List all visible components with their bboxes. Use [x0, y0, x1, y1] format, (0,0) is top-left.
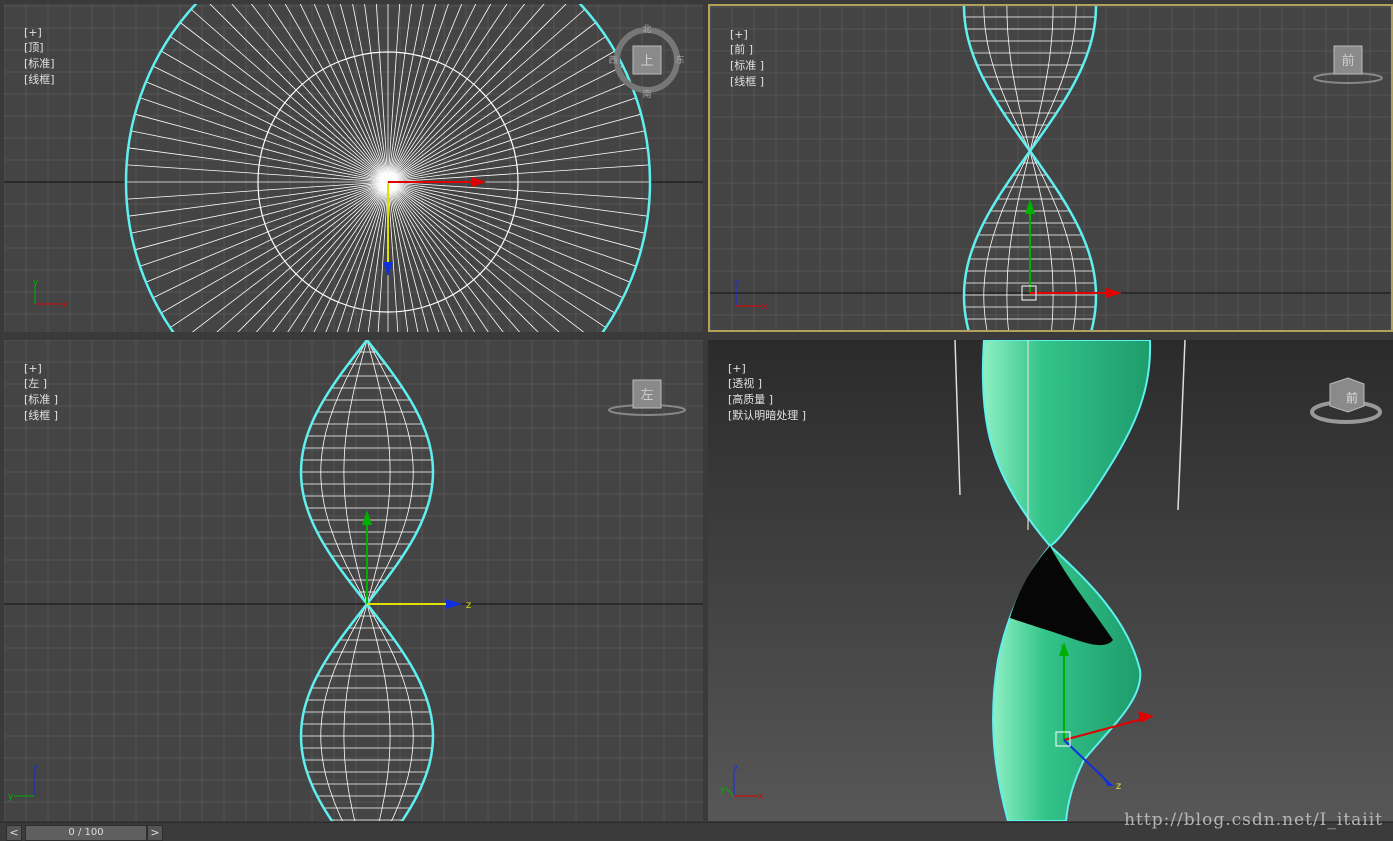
- viewport-left[interactable]: [+] [左 ] [标准 ] [线框 ] z 左 z y: [4, 340, 703, 821]
- viewport-top[interactable]: [+] [顶] [标准] [线框] 上 北 南 东 西 y x: [4, 4, 703, 332]
- viewport-perspective[interactable]: [+] [透视 ] [高质量 ] [默认明暗处理 ] y z 前 z x y: [708, 340, 1393, 821]
- viewport-top-label[interactable]: [+] [顶] [标准] [线框]: [10, 13, 57, 100]
- viewport-perspective-label[interactable]: [+] [透视 ] [高质量 ] [默认明暗处理 ]: [714, 349, 808, 436]
- persp-viewcube-label: 前: [1346, 390, 1358, 405]
- front-label-shading[interactable]: [线框 ]: [730, 75, 764, 88]
- timeline-slider[interactable]: 0 / 100: [25, 825, 147, 841]
- persp-axis-z-label: z: [733, 764, 738, 774]
- perspective-canvas[interactable]: y z 前 z x y: [708, 340, 1393, 821]
- viewport-front-label[interactable]: [+] [前 ] [标准 ] [线框 ]: [716, 15, 766, 102]
- front-label-standard[interactable]: [标准 ]: [730, 59, 764, 72]
- left-gizmo-z-head: [446, 599, 462, 609]
- timeline-next-button[interactable]: >: [147, 825, 163, 841]
- left-wireframe-canvas[interactable]: z: [4, 340, 703, 821]
- timeline-prev-button[interactable]: <: [6, 825, 22, 841]
- persp-axis-x-label: x: [758, 792, 764, 802]
- persp-label-shading[interactable]: [默认明暗处理 ]: [728, 409, 806, 422]
- watermark-text: http://blog.csdn.net/I_itaiit: [1124, 810, 1383, 830]
- top-label-plus[interactable]: [+]: [24, 26, 42, 39]
- twisted-surface-upper[interactable]: [981, 340, 1152, 548]
- top-wireframe-canvas[interactable]: [4, 4, 703, 332]
- left-label-standard[interactable]: [标准 ]: [24, 393, 58, 406]
- top-label-shading[interactable]: [线框]: [24, 73, 55, 86]
- left-gizmo-y-head: [362, 510, 372, 525]
- persp-axis-tripod: z x y: [720, 764, 764, 802]
- persp-gizmo-y-label: y: [1060, 642, 1066, 653]
- viewport-front[interactable]: [+] [前 ] [标准 ] [线框 ] 前 z x: [708, 4, 1393, 332]
- top-gizmo-z-head: [383, 262, 393, 276]
- left-label-view[interactable]: [左 ]: [24, 377, 47, 390]
- front-gizmo-x-head: [1106, 288, 1122, 298]
- top-label-view[interactable]: [顶]: [24, 41, 44, 54]
- persp-gizmo-z-label: z: [1116, 781, 1121, 792]
- front-label-view[interactable]: [前 ]: [730, 43, 753, 56]
- top-label-standard[interactable]: [标准]: [24, 57, 55, 70]
- front-wireframe-canvas[interactable]: [710, 6, 1393, 332]
- persp-axis-y-label: y: [720, 785, 726, 795]
- left-label-shading[interactable]: [线框 ]: [24, 409, 58, 422]
- top-radial-wireframe: [126, 4, 650, 332]
- viewport-left-label[interactable]: [+] [左 ] [标准 ] [线框 ]: [10, 349, 60, 436]
- front-label-plus[interactable]: [+]: [730, 28, 748, 41]
- persp-label-view[interactable]: [透视 ]: [728, 377, 762, 390]
- perspective-viewcube[interactable]: 前: [1310, 377, 1382, 424]
- left-label-plus[interactable]: [+]: [24, 362, 42, 375]
- front-gizmo-y-head: [1025, 199, 1035, 214]
- persp-label-plus[interactable]: [+]: [728, 362, 746, 375]
- left-gizmo-z-label: z: [466, 600, 471, 611]
- top-gizmo-x-head: [472, 177, 486, 187]
- persp-label-quality[interactable]: [高质量 ]: [728, 393, 773, 406]
